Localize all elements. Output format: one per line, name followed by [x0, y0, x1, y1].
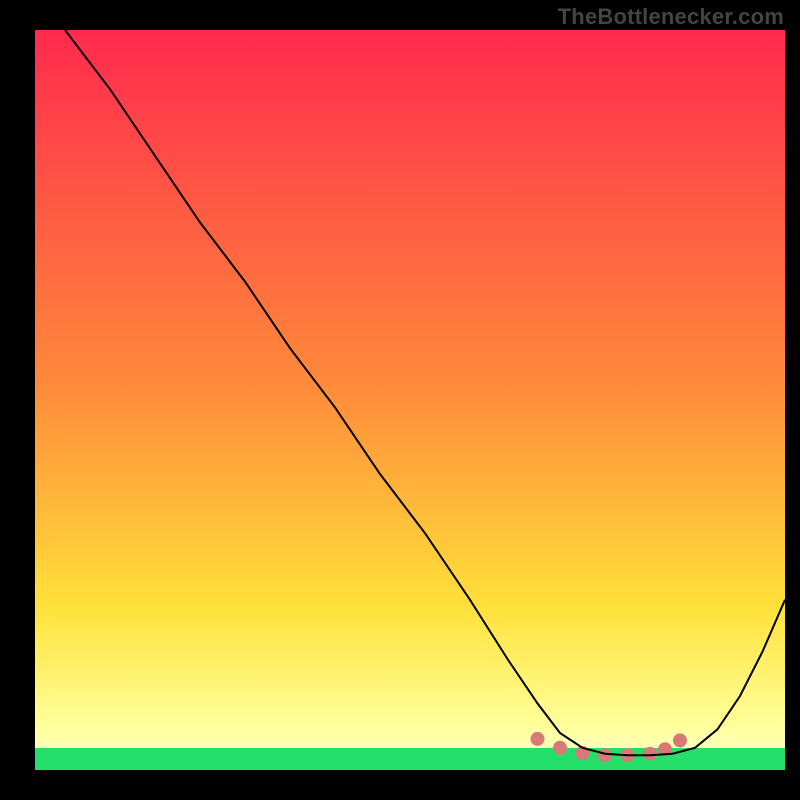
- marker-point: [643, 747, 657, 761]
- plot-svg: [35, 30, 785, 770]
- marker-point: [673, 733, 687, 747]
- marker-point: [553, 741, 567, 755]
- marker-point: [598, 748, 612, 762]
- marker-point: [531, 732, 545, 746]
- watermark-text: TheBottlenecker.com: [558, 4, 784, 30]
- chart-container: TheBottlenecker.com: [0, 0, 800, 800]
- plot-area: [35, 30, 785, 770]
- gradient-background: [35, 30, 785, 770]
